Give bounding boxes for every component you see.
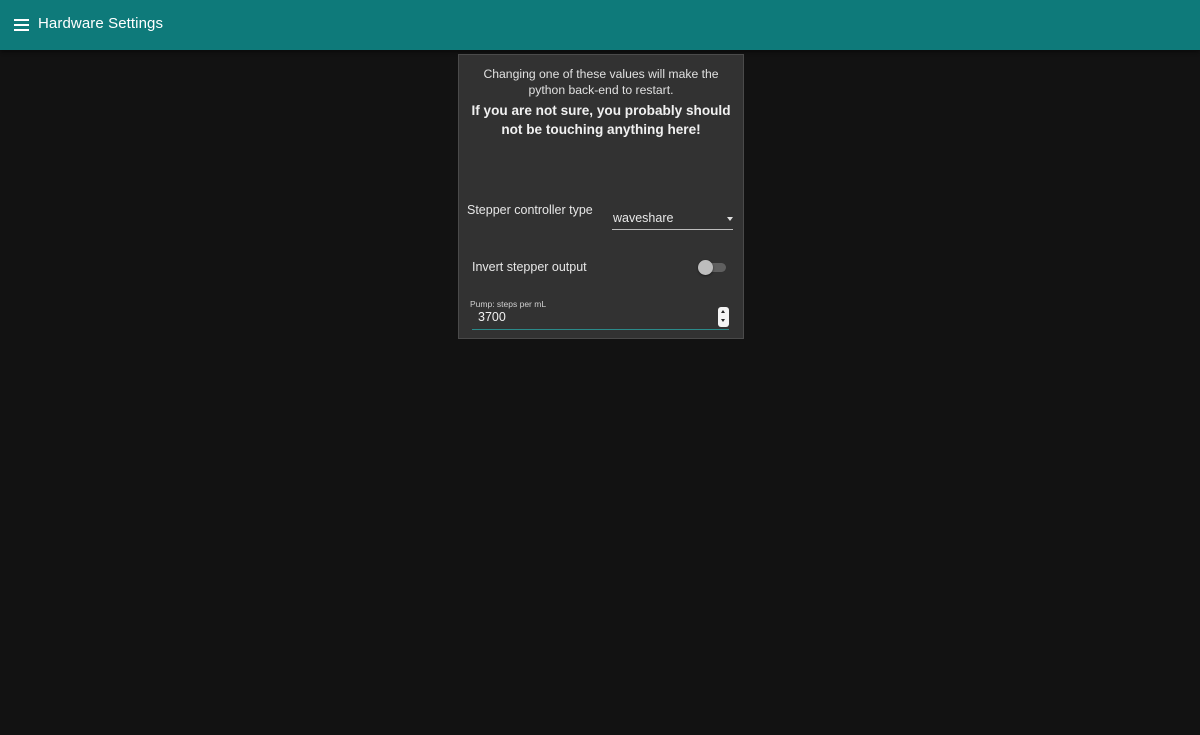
caution-warning-text: If you are not sure, you probably should… [471,103,731,137]
page-title: Hardware Settings [38,15,164,32]
restart-warning-text: Changing one of these values will make t… [483,67,719,97]
spin-up-icon[interactable] [721,310,725,313]
toggle-thumb [698,260,713,275]
invert-stepper-output-label: Invert stepper output [472,260,587,274]
number-spinner-icon[interactable] [718,307,729,327]
app-bar: Hardware Settings [0,0,1200,50]
pump-steps-per-ml-input[interactable]: 3700 [478,310,506,324]
pump-steps-per-ml-label: Pump: steps per mL [470,299,547,309]
arrow-drop-down-icon [727,217,733,221]
hamburger-menu-icon[interactable] [14,19,29,31]
invert-stepper-output-toggle[interactable] [698,260,728,276]
stepper-controller-type-label: Stepper controller type [467,203,593,217]
pump-steps-per-ml-field[interactable]: Pump: steps per mL 3700 [470,299,729,330]
spin-down-icon[interactable] [721,319,725,322]
stepper-controller-type-value: waveshare [613,211,674,225]
stepper-controller-type-select[interactable]: waveshare [612,209,733,230]
hardware-settings-panel: Changing one of these values will make t… [458,54,744,339]
